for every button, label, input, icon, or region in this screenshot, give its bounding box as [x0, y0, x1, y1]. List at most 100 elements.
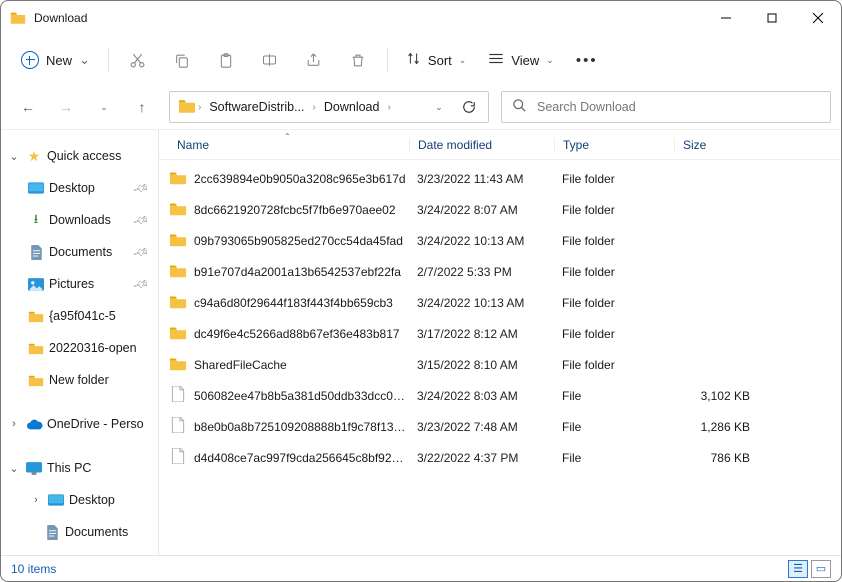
file-name: dc49f6e4c5266ad88b67ef36e483b817 [194, 327, 400, 341]
sort-button[interactable]: Sort ⌄ [396, 42, 476, 78]
nav-label: Documents [49, 245, 112, 259]
column-name[interactable]: ⌃ Name [159, 138, 409, 152]
search-input[interactable] [537, 100, 820, 114]
column-size[interactable]: Size [674, 138, 758, 152]
file-row[interactable]: 2cc639894e0b9050a3208c965e3b617d3/23/202… [159, 163, 841, 194]
file-row[interactable]: 506082ee47b8b5a381d50ddb33dcc0d601...3/2… [159, 380, 841, 411]
folder-icon [169, 355, 187, 374]
chevron-right-icon[interactable]: › [311, 102, 318, 113]
new-button[interactable]: New ⌄ [11, 43, 100, 77]
nav-desktop[interactable]: Desktop 📌︎ [1, 172, 158, 204]
copy-button[interactable] [161, 42, 203, 78]
details-view-toggle[interactable]: ☰ [788, 560, 808, 578]
forward-button[interactable]: → [49, 90, 83, 124]
nav-label: Desktop [69, 493, 115, 507]
file-type: File folder [554, 296, 674, 310]
refresh-button[interactable] [454, 100, 484, 114]
file-date: 3/22/2022 4:37 PM [409, 451, 554, 465]
breadcrumb-item[interactable]: Download [318, 100, 386, 114]
content: ⌃ Name Date modified Type Size 2cc639894… [159, 130, 841, 555]
delete-button[interactable] [337, 42, 379, 78]
more-button[interactable]: ••• [566, 42, 608, 78]
chevron-right-icon[interactable]: › [196, 102, 203, 113]
nav-label: This PC [47, 461, 91, 475]
share-button[interactable] [293, 42, 335, 78]
nav-this-pc[interactable]: ⌄ This PC [1, 452, 158, 484]
view-button[interactable]: View ⌄ [478, 42, 564, 78]
close-button[interactable] [795, 2, 841, 34]
folder-icon [169, 324, 187, 343]
nav-quick-access[interactable]: ⌄ ★ Quick access [1, 140, 158, 172]
chevron-right-icon[interactable]: › [29, 494, 43, 506]
document-icon [43, 525, 61, 540]
window-title: Download [34, 11, 87, 25]
navigation-pane: ⌄ ★ Quick access Desktop 📌︎ ⭳ Downloads … [1, 130, 159, 555]
folder-icon [169, 231, 187, 250]
nav-pc-desktop[interactable]: › Desktop [1, 484, 158, 516]
file-row[interactable]: 8dc6621920728fcbc5f7fb6e970aee02 3/24/202… [159, 194, 841, 225]
file-date: 3/24/2022 8:07 AM [409, 203, 554, 217]
file-name: SharedFileCache [194, 358, 287, 372]
nav-onedrive[interactable]: › OneDrive - Perso [1, 408, 158, 440]
nav-dated-folder[interactable]: 20220316-open [1, 332, 158, 364]
rename-button[interactable] [249, 42, 291, 78]
nav-documents[interactable]: Documents 📌︎ [1, 236, 158, 268]
folder-icon [169, 293, 187, 312]
back-button[interactable]: ← [11, 90, 45, 124]
view-icon [488, 52, 504, 68]
item-count: 10 items [11, 562, 56, 576]
file-row[interactable]: dc49f6e4c5266ad88b67ef36e483b8173/17/202… [159, 318, 841, 349]
column-type[interactable]: Type [554, 138, 674, 152]
file-name: 8dc6621920728fcbc5f7fb6e970aee02 [194, 203, 396, 217]
file-row[interactable]: SharedFileCache3/15/2022 8:10 AMFile fol… [159, 349, 841, 380]
address-box[interactable]: › SoftwareDistrib... › Download › ⌄ [169, 91, 489, 123]
column-headers: ⌃ Name Date modified Type Size [159, 130, 841, 160]
nav-label: {a95f041c-5 [49, 309, 116, 323]
chevron-right-icon[interactable]: › [385, 102, 392, 113]
nav-pc-documents[interactable]: Documents [1, 516, 158, 548]
file-date: 3/24/2022 8:03 AM [409, 389, 554, 403]
nav-guid-folder[interactable]: {a95f041c-5 [1, 300, 158, 332]
nav-new-folder[interactable]: New folder [1, 364, 158, 396]
file-size: 786 KB [674, 451, 758, 465]
chevron-down-icon: ⌄ [79, 52, 90, 68]
address-dropdown[interactable]: ⌄ [424, 102, 454, 113]
chevron-right-icon[interactable]: › [7, 418, 21, 430]
view-label: View [511, 53, 539, 68]
search-box[interactable] [501, 91, 831, 123]
file-type: File folder [554, 265, 674, 279]
paste-button[interactable] [205, 42, 247, 78]
up-button[interactable]: ↑ [125, 90, 159, 124]
toolbar: New ⌄ Sort ⌄ View ⌄ ••• [1, 35, 841, 85]
search-icon [512, 98, 527, 116]
chevron-down-icon[interactable]: ⌄ [7, 462, 21, 475]
file-row[interactable]: c94a6d80f29644f183f443f4bb659cb33/24/202… [159, 287, 841, 318]
sort-indicator-icon: ⌃ [284, 132, 291, 141]
thumbnail-view-toggle[interactable]: ▭ [811, 560, 831, 578]
file-icon [169, 417, 187, 436]
picture-icon [27, 278, 45, 291]
minimize-button[interactable] [703, 2, 749, 34]
file-icon [169, 386, 187, 405]
pin-icon: 📌︎ [132, 275, 151, 293]
recent-dropdown[interactable]: ⌄ [87, 90, 121, 124]
nav-pictures[interactable]: Pictures 📌︎ [1, 268, 158, 300]
folder-icon [169, 200, 187, 219]
file-date: 3/15/2022 8:10 AM [409, 358, 554, 372]
file-row[interactable]: b91e707d4a2001a13b6542537ebf22fa2/7/2022… [159, 256, 841, 287]
file-row[interactable]: d4d408ce7ac997f9cda256645c8bf924c330...3… [159, 442, 841, 473]
chevron-down-icon: ⌄ [546, 55, 554, 66]
chevron-down-icon[interactable]: ⌄ [7, 150, 21, 163]
file-type: File folder [554, 172, 674, 186]
column-date[interactable]: Date modified [409, 138, 554, 152]
file-row[interactable]: 09b793065b905825ed270cc54da45fad3/24/202… [159, 225, 841, 256]
folder-icon [10, 11, 26, 25]
cut-button[interactable] [117, 42, 159, 78]
nav-downloads[interactable]: ⭳ Downloads 📌︎ [1, 204, 158, 236]
maximize-button[interactable] [749, 2, 795, 34]
file-row[interactable]: b8e0b0a8b725109208888b1f9c78f13cf424...3… [159, 411, 841, 442]
file-size: 1,286 KB [674, 420, 758, 434]
cloud-icon [25, 419, 43, 430]
main: ⌄ ★ Quick access Desktop 📌︎ ⭳ Downloads … [1, 129, 841, 555]
breadcrumb-item[interactable]: SoftwareDistrib... [203, 100, 310, 114]
